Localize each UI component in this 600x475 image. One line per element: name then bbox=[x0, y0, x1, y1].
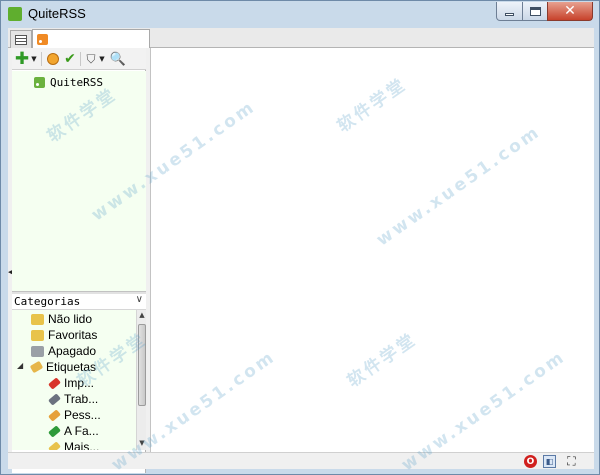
category-favorites[interactable]: Favoritas bbox=[31, 327, 97, 343]
window-title: QuiteRSS bbox=[28, 6, 86, 21]
status-bar: O ◧ ⛶ bbox=[8, 452, 594, 469]
close-button[interactable]: ✕ bbox=[547, 2, 593, 21]
label-name: A Fa... bbox=[64, 424, 99, 438]
restore-window-icon[interactable]: ◧ bbox=[543, 455, 556, 468]
minimize-icon bbox=[505, 12, 514, 16]
category-unread[interactable]: Não lido bbox=[31, 311, 92, 327]
feeds-toolbar: ✚ ▼ ✔ ⛉ ▼ 🔍 bbox=[12, 48, 146, 70]
add-feed-icon[interactable]: ✚ bbox=[15, 49, 29, 69]
scroll-up-icon[interactable]: ▲ bbox=[137, 311, 147, 321]
filter-icon[interactable]: ⛉ bbox=[84, 51, 98, 67]
minimize-button[interactable] bbox=[496, 2, 523, 21]
label-item[interactable]: A Fa... bbox=[48, 423, 99, 439]
feed-tree: QuiteRSS bbox=[12, 71, 146, 291]
star-folder-icon bbox=[31, 329, 44, 341]
label-name: Trab... bbox=[64, 392, 99, 406]
toolbar-separator bbox=[80, 52, 81, 66]
tag-green-icon bbox=[48, 424, 61, 438]
client-area: ◀ ✚ ▼ ✔ ⛉ ▼ 🔍 QuiteRSS Categorias ∨ Não … bbox=[8, 28, 594, 473]
expand-arrow-icon[interactable]: ◢ bbox=[17, 361, 23, 370]
categories-title: Categorias bbox=[14, 295, 81, 308]
rss-feed-icon bbox=[34, 76, 45, 88]
scroll-down-icon[interactable]: ▼ bbox=[137, 439, 147, 449]
scroll-thumb[interactable] bbox=[138, 324, 146, 406]
tag-red-icon bbox=[48, 376, 61, 390]
tag-orange-icon bbox=[48, 408, 61, 422]
label-item[interactable]: Mais... bbox=[48, 439, 100, 450]
filter-dropdown-icon[interactable]: ▼ bbox=[98, 51, 106, 67]
category-label: Favoritas bbox=[48, 328, 98, 342]
title-bar[interactable]: QuiteRSS ✕ bbox=[1, 1, 599, 27]
feeds-panel: ✚ ▼ ✔ ⛉ ▼ 🔍 QuiteRSS Categorias ∨ Não li… bbox=[12, 48, 146, 473]
tag-icon bbox=[29, 360, 44, 374]
rss-icon bbox=[37, 33, 48, 45]
tab-strip bbox=[8, 28, 594, 48]
feed-item[interactable]: QuiteRSS bbox=[34, 74, 103, 90]
label-name: Pess... bbox=[64, 408, 101, 422]
label-name: Imp... bbox=[64, 376, 95, 390]
category-labels[interactable]: Etiquetas bbox=[29, 359, 97, 375]
categories-list: Não lido Favoritas Apagado ◢ Etiquetas I… bbox=[12, 310, 146, 450]
category-label: Etiquetas bbox=[46, 360, 97, 374]
chevron-down-icon[interactable]: ∨ bbox=[136, 294, 143, 305]
news-content-area[interactable] bbox=[150, 48, 594, 452]
tag-gray-icon bbox=[48, 392, 61, 406]
label-item[interactable]: Imp... bbox=[48, 375, 95, 391]
categories-scrollbar[interactable]: ▲ ▼ bbox=[136, 310, 146, 450]
label-item[interactable]: Pess... bbox=[48, 407, 101, 423]
close-icon: ✕ bbox=[564, 3, 576, 19]
update-feeds-button[interactable] bbox=[46, 51, 60, 67]
mark-read-icon[interactable]: ✔ bbox=[63, 51, 77, 67]
opera-icon[interactable]: O bbox=[524, 455, 537, 468]
toolbar-separator bbox=[41, 52, 42, 66]
unread-folder-icon bbox=[31, 313, 44, 325]
label-item[interactable]: Trab... bbox=[48, 391, 99, 407]
feed-label: QuiteRSS bbox=[50, 75, 103, 89]
category-label: Não lido bbox=[48, 312, 93, 326]
update-feeds-icon bbox=[47, 53, 59, 65]
maximize-button[interactable] bbox=[522, 2, 548, 21]
maximize-icon bbox=[529, 6, 541, 16]
add-dropdown-icon[interactable]: ▼ bbox=[30, 51, 38, 67]
fullscreen-icon[interactable]: ⛶ bbox=[565, 454, 578, 468]
category-deleted[interactable]: Apagado bbox=[31, 343, 96, 359]
tab-rss[interactable] bbox=[32, 29, 150, 48]
label-name: Mais... bbox=[64, 440, 100, 450]
search-icon[interactable]: 🔍 bbox=[110, 51, 126, 67]
tab-feeds-list[interactable] bbox=[10, 30, 32, 48]
feeds-list-icon bbox=[15, 34, 27, 45]
rss-app-icon bbox=[8, 7, 22, 21]
tag-yellow-icon bbox=[48, 440, 61, 450]
category-label: Apagado bbox=[48, 344, 97, 358]
categories-header[interactable]: Categorias ∨ bbox=[12, 294, 146, 310]
app-window: QuiteRSS ✕ ◀ ✚ ▼ ✔ ⛉ ▼ 🔍 QuiteRSS Catego… bbox=[0, 0, 600, 475]
trash-folder-icon bbox=[31, 345, 44, 357]
